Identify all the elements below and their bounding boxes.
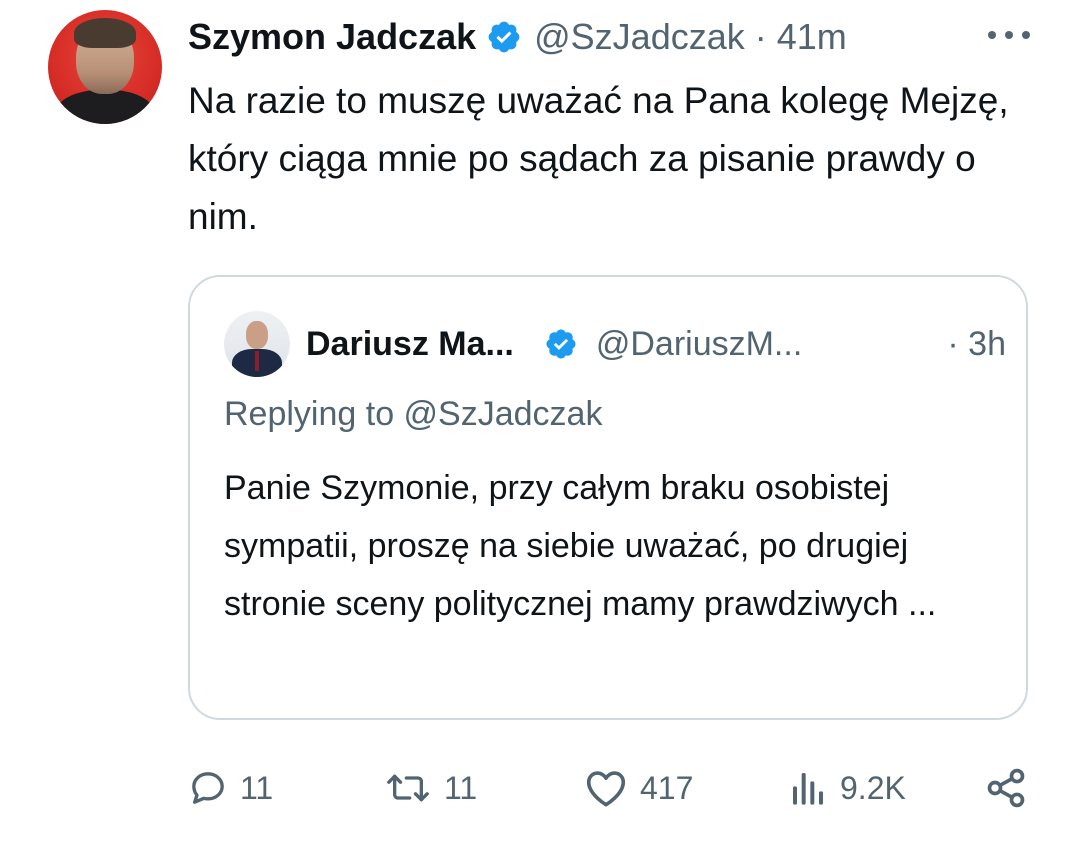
author-handle[interactable]: @SzJadczak xyxy=(534,16,745,58)
share-button[interactable] xyxy=(984,760,1028,816)
action-bar: 11 11 417 9.2K xyxy=(0,760,1080,816)
tweet-header: Szymon Jadczak @SzJadczak · 41m xyxy=(188,12,847,62)
views-count: 9.2K xyxy=(840,769,906,806)
share-icon xyxy=(987,768,1025,808)
replying-to: Replying to @SzJadczak xyxy=(224,395,603,433)
like-button[interactable]: 417 xyxy=(584,760,693,816)
views-button[interactable]: 9.2K xyxy=(788,760,906,816)
more-horizontal-icon[interactable] xyxy=(988,22,1030,48)
quoted-tweet-time: · 3h xyxy=(947,324,1006,363)
quoted-tweet-text: Panie Szymonie, przy całym braku osobist… xyxy=(224,469,937,623)
repost-button[interactable]: 11 xyxy=(384,760,477,816)
tweet[interactable]: Szymon Jadczak @SzJadczak · 41m Na razie… xyxy=(0,0,1080,849)
reply-button[interactable]: 11 xyxy=(188,760,273,816)
tweet-text: Na razie to muszę uważać na Pana kolegę … xyxy=(188,80,1009,237)
quoted-author-avatar[interactable] xyxy=(224,311,290,377)
tweet-time[interactable]: 41m xyxy=(777,16,847,58)
repost-count: 11 xyxy=(444,769,478,806)
separator-dot: · xyxy=(754,16,767,57)
views-bar-chart-icon xyxy=(793,773,823,805)
author-name[interactable]: Szymon Jadczak xyxy=(188,16,476,58)
reply-count: 11 xyxy=(240,769,274,806)
quoted-tweet-header: Dariusz Ma... @DariuszM... · 3h xyxy=(306,321,1006,367)
verified-badge-icon xyxy=(486,19,522,55)
quoted-tweet[interactable]: Dariusz Ma... @DariuszM... · 3h Replying… xyxy=(188,275,1028,720)
author-avatar[interactable] xyxy=(48,10,162,124)
heart-icon xyxy=(586,771,626,807)
like-count: 417 xyxy=(640,769,694,806)
repost-icon xyxy=(387,774,429,802)
quoted-author-handle: @DariuszM... xyxy=(595,324,803,363)
quoted-author-name: Dariusz Ma... xyxy=(306,324,514,363)
verified-badge-icon xyxy=(544,327,578,361)
reply-bubble-icon xyxy=(192,772,224,804)
